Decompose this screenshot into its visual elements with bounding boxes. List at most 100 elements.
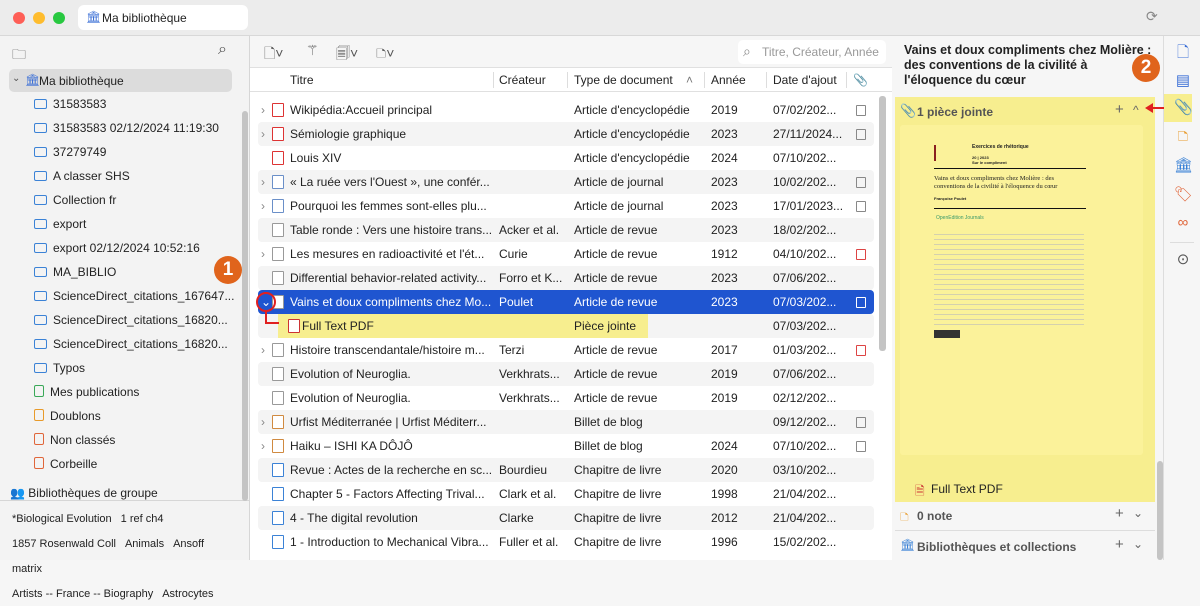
attachments-header[interactable]: 1 pièce jointe — [917, 105, 993, 119]
zoom-window-button[interactable] — [53, 12, 65, 24]
table-row[interactable]: 1 - Introduction to Mechanical Vibra... F… — [258, 530, 874, 554]
sidebar-item[interactable]: export — [34, 213, 86, 235]
tag[interactable]: Animals — [125, 538, 164, 550]
new-item-icon[interactable]: 🗋˅ — [264, 43, 283, 67]
info-icon[interactable]: 🗋 — [1174, 44, 1192, 62]
column-date-added[interactable]: Date d'ajout — [773, 73, 837, 87]
chevron-right-icon[interactable]: › — [261, 343, 265, 357]
sidebar-item[interactable]: Doublons — [34, 405, 101, 427]
chevron-down-icon[interactable]: ⌄ — [1133, 537, 1143, 551]
table-row[interactable]: › Sémiologie graphique Article d'encyclopé… — [258, 122, 874, 146]
pdf-attachment-icon[interactable] — [856, 345, 866, 356]
snapshot-icon[interactable] — [856, 177, 866, 188]
sidebar-item[interactable]: A classer SHS — [34, 165, 130, 187]
libraries-header[interactable]: Bibliothèques et collections — [917, 540, 1076, 554]
table-row[interactable]: › Urfist Méditerranée | Urfist Méditerr..… — [258, 410, 874, 434]
libraries-icon[interactable]: 🏛 — [1174, 157, 1193, 175]
scrollbar[interactable] — [879, 96, 886, 351]
table-row[interactable]: Louis XIV Article d'encyclopédie 2024 07/10… — [258, 146, 874, 170]
sidebar-item[interactable]: 31583583 02/12/2024 11:19:30 — [34, 117, 219, 139]
add-icon[interactable]: + — [1115, 536, 1124, 553]
add-attachment-icon[interactable]: 🗐˅ — [336, 43, 358, 67]
search-icon[interactable]: ⌕ — [218, 41, 227, 59]
sidebar-item[interactable]: Collection fr — [34, 189, 116, 211]
abstract-icon[interactable]: ▤ — [1174, 72, 1192, 90]
snapshot-icon[interactable] — [856, 129, 866, 140]
attachment-row[interactable]: Full Text PDF — [931, 482, 1003, 496]
sidebar-item[interactable]: export 02/12/2024 10:52:16 — [34, 237, 200, 259]
tag[interactable]: 1 ref ch4 — [121, 513, 164, 525]
sidebar-item[interactable]: Non classés — [34, 429, 115, 451]
attachment-row[interactable]: Full Text PDF Pièce jointe 07/03/202... — [258, 314, 874, 338]
pdf-attachment-icon[interactable] — [856, 297, 866, 308]
scrollbar[interactable] — [242, 111, 248, 501]
chevron-up-icon[interactable]: ^ — [1133, 103, 1139, 117]
related-icon[interactable]: ∞ — [1174, 214, 1192, 232]
sidebar-item[interactable]: Typos — [34, 357, 85, 379]
tag[interactable]: Artists -- France -- Biography — [12, 588, 153, 600]
sidebar-item-group-libraries[interactable]: 👥 Bibliothèques de groupe — [10, 486, 158, 500]
table-row[interactable]: Differential behavior-related activity..… — [258, 266, 874, 290]
magic-wand-icon[interactable]: ⚚ — [306, 42, 319, 59]
minimize-window-button[interactable] — [33, 12, 45, 24]
new-note-icon[interactable]: 🗅˅ — [376, 43, 394, 67]
tag-icon[interactable]: 🏷 — [1174, 186, 1193, 204]
table-row[interactable]: Evolution of Neuroglia. Verkhrats... Artic… — [258, 386, 874, 410]
attachments-icon[interactable]: 📎 — [1174, 99, 1193, 117]
add-icon[interactable]: + — [1115, 101, 1124, 118]
table-row[interactable]: › Pourquoi les femmes sont-elles plu... Ar… — [258, 194, 874, 218]
notes-header[interactable]: 0 note — [917, 509, 952, 523]
pdf-attachment-icon[interactable] — [856, 249, 866, 260]
table-row[interactable]: Evolution of Neuroglia. Verkhrats... Artic… — [258, 362, 874, 386]
tag[interactable]: *Biological Evolution — [12, 513, 112, 525]
search-input[interactable]: ⌕ Titre, Créateur, Année — [738, 40, 886, 64]
tag[interactable]: Astrocytes — [162, 588, 213, 600]
add-icon[interactable]: + — [1115, 505, 1124, 522]
new-collection-icon[interactable]: 🗀 — [12, 44, 26, 68]
table-row[interactable]: › Wikipédia:Accueil principal Article d'en… — [258, 98, 874, 122]
sidebar-item[interactable]: ScienceDirect_citations_16820... — [34, 309, 228, 331]
tab-library[interactable]: 🏛 Ma bibliothèque — [78, 5, 248, 30]
chevron-right-icon[interactable]: › — [261, 415, 265, 429]
column-year[interactable]: Année — [711, 73, 746, 87]
close-window-button[interactable] — [13, 12, 25, 24]
table-row[interactable]: Revue : Actes de la recherche en sc... Bo… — [258, 458, 874, 482]
pdf-preview[interactable]: Exercices de rhétorique 20 | 2023 Sur le… — [900, 125, 1143, 455]
sidebar-item[interactable]: ScienceDirect_citations_16820... — [34, 333, 228, 355]
sync-icon[interactable]: ⟳ — [1146, 8, 1158, 25]
notes-icon[interactable]: 🗅 — [1174, 128, 1192, 146]
sidebar-item[interactable]: Mes publications — [34, 381, 139, 403]
table-row[interactable]: › Haiku – ISHI KA DÔJÔ Billet de blog 2024 0… — [258, 434, 874, 458]
chevron-right-icon[interactable]: › — [261, 439, 265, 453]
sidebar-item[interactable]: Corbeille — [34, 453, 97, 475]
tag[interactable]: 1857 Rosenwald Coll — [12, 538, 116, 550]
chevron-right-icon[interactable]: › — [261, 199, 265, 213]
chevron-down-icon[interactable]: ⌄ — [12, 73, 20, 84]
sidebar-item[interactable]: 31583583 — [34, 93, 106, 115]
snapshot-icon[interactable] — [856, 417, 866, 428]
chevron-right-icon[interactable]: › — [261, 103, 265, 117]
table-row[interactable]: Chapter 5 - Factors Affecting Trival... C… — [258, 482, 874, 506]
table-row[interactable]: 4 - The digital revolution Clarke Chapitre… — [258, 506, 874, 530]
snapshot-icon[interactable] — [856, 201, 866, 212]
sidebar-item[interactable]: MA_BIBLIO — [34, 261, 116, 283]
table-row[interactable]: › Les mesures en radioactivité et l'ét...… — [258, 242, 874, 266]
locate-icon[interactable]: ⊙ — [1174, 251, 1192, 269]
table-row[interactable]: › Histoire transcendantale/histoire m... T… — [258, 338, 874, 362]
sidebar-item-my-library[interactable]: ⌄ 🏛 Ma bibliothèque — [9, 69, 232, 92]
table-row[interactable]: Table ronde : Vers une histoire trans...… — [258, 218, 874, 242]
chevron-right-icon[interactable]: › — [261, 175, 265, 189]
table-row[interactable]: ⌄ Vains et doux compliments chez Mo... Pou… — [258, 290, 874, 314]
chevron-down-icon[interactable]: ⌄ — [1133, 506, 1143, 520]
snapshot-icon[interactable] — [856, 441, 866, 452]
table-row[interactable]: › « La ruée vers l'Ouest », une confér...… — [258, 170, 874, 194]
column-item-type[interactable]: Type de document — [574, 73, 673, 87]
paperclip-icon[interactable]: 📎 — [853, 73, 868, 87]
column-creator[interactable]: Créateur — [499, 73, 546, 87]
sidebar-item[interactable]: ScienceDirect_citations_167647... — [34, 285, 234, 307]
column-title[interactable]: Titre — [290, 73, 314, 87]
chevron-right-icon[interactable]: › — [261, 247, 265, 261]
chevron-right-icon[interactable]: › — [261, 127, 265, 141]
snapshot-icon[interactable] — [856, 105, 866, 116]
sidebar-item[interactable]: 37279749 — [34, 141, 106, 163]
